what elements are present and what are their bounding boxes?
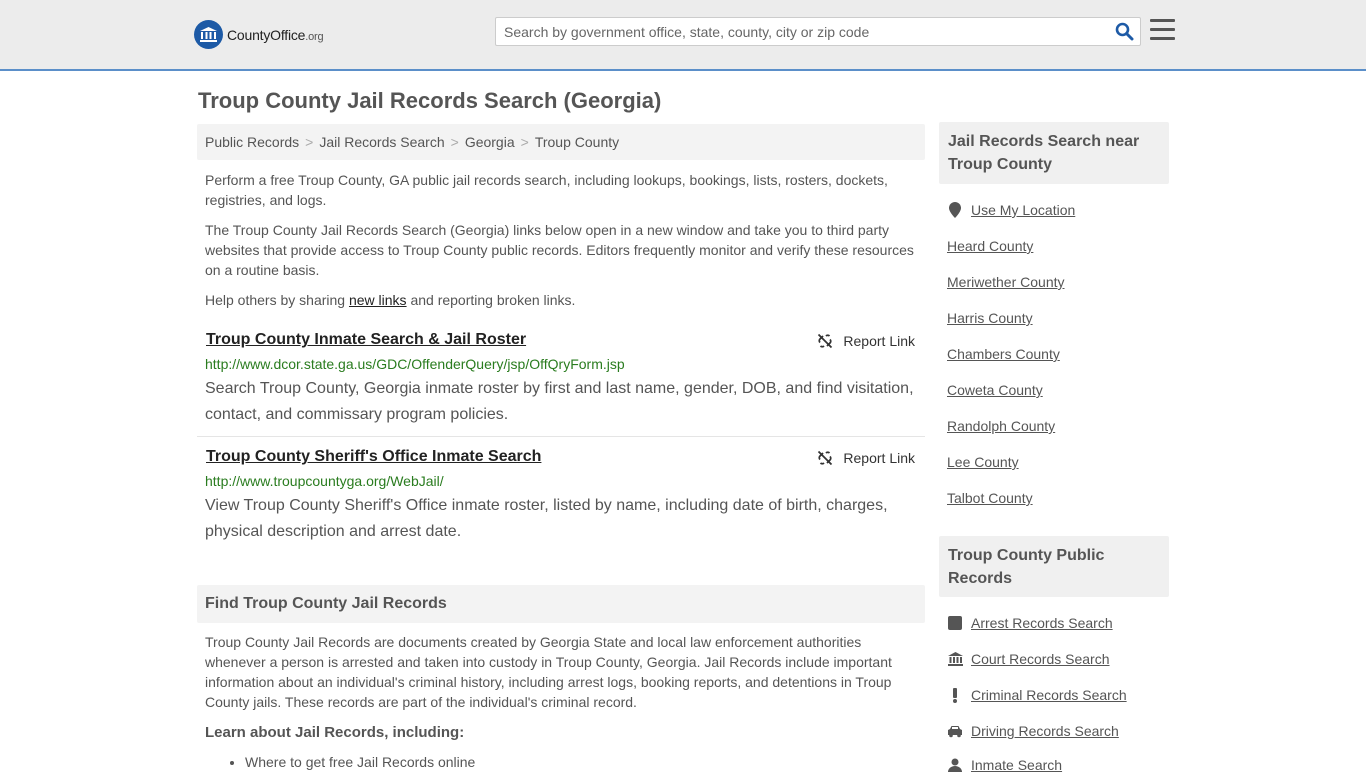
search-box [495,17,1141,46]
hamburger-menu-icon[interactable] [1150,19,1175,41]
inmate-search-link[interactable]: Inmate Search [947,757,1062,773]
user-icon [947,757,963,773]
breadcrumb-jail-records-search[interactable]: Jail Records Search [319,134,444,150]
breadcrumb: Public Records > Jail Records Search > Georg… [197,124,925,160]
report-link-button[interactable]: Report Link [817,450,915,466]
map-pin-icon [947,202,963,218]
search-input[interactable] [496,18,1096,45]
learn-heading: Learn about Jail Records, including: [205,724,465,741]
nearby-county-link[interactable]: Chambers County [947,346,1060,362]
breadcrumb-georgia[interactable]: Georgia [465,134,515,150]
nearby-county-link[interactable]: Meriwether County [947,274,1065,290]
logo-seal-icon [194,20,223,49]
driving-records-link[interactable]: Driving Records Search [947,723,1119,739]
breadcrumb-current: Troup County [534,134,620,150]
broken-link-icon [818,450,833,466]
intro-paragraph-2: The Troup County Jail Records Search (Ge… [205,222,914,278]
result-item: Troup County Inmate Search & Jail Roster… [197,331,925,431]
public-records-heading: Troup County Public Records [939,536,1169,597]
exclamation-icon [947,687,963,703]
find-section-heading: Find Troup County Jail Records [197,585,925,623]
top-header: CountyOffice.org [0,0,1366,71]
nearby-heading: Jail Records Search near Troup County [939,122,1169,184]
report-link-label: Report Link [843,450,915,466]
intro-paragraph-1: Perform a free Troup County, GA public j… [205,172,888,208]
result-url: http://www.troupcountyga.org/WebJail/ [205,473,444,489]
result-description: View Troup County Sheriff's Office inmat… [205,497,888,540]
court-records-link[interactable]: Court Records Search [947,651,1110,667]
arrest-records-link[interactable]: Arrest Records Search [947,615,1113,631]
result-divider [197,436,925,437]
search-icon[interactable] [1115,22,1134,44]
logo-text: CountyOffice.org [227,26,324,43]
page-title: Troup County Jail Records Search (Georgi… [198,88,662,113]
result-description: Search Troup County, Georgia inmate rost… [205,380,914,423]
use-my-location-link[interactable]: Use My Location [947,202,1075,218]
nearby-county-link[interactable]: Heard County [947,238,1033,254]
report-link-button[interactable]: Report Link [817,333,915,349]
nearby-county-link[interactable]: Coweta County [947,382,1043,398]
report-link-label: Report Link [843,333,915,349]
nearby-county-link[interactable]: Randolph County [947,418,1055,434]
breadcrumb-public-records[interactable]: Public Records [205,134,299,150]
nearby-county-link[interactable]: Harris County [947,310,1033,326]
new-links-link[interactable]: new links [349,292,407,308]
result-item: Troup County Sheriff's Office Inmate Sea… [197,448,925,548]
intro-paragraph-3: Help others by sharing new links and rep… [205,292,576,308]
result-title-link[interactable]: Troup County Inmate Search & Jail Roster [206,331,526,349]
find-section-body: Troup County Jail Records are documents … [205,634,892,710]
result-url: http://www.dcor.state.ga.us/GDC/Offender… [205,356,625,372]
car-icon [947,723,963,739]
nearby-county-link[interactable]: Lee County [947,454,1019,470]
site-logo[interactable]: CountyOffice.org [194,20,324,49]
broken-link-icon [818,333,833,349]
criminal-records-link[interactable]: Criminal Records Search [947,687,1127,703]
courthouse-icon [947,651,963,667]
nearby-county-link[interactable]: Talbot County [947,490,1033,506]
square-icon [947,615,963,631]
result-title-link[interactable]: Troup County Sheriff's Office Inmate Sea… [206,448,541,466]
